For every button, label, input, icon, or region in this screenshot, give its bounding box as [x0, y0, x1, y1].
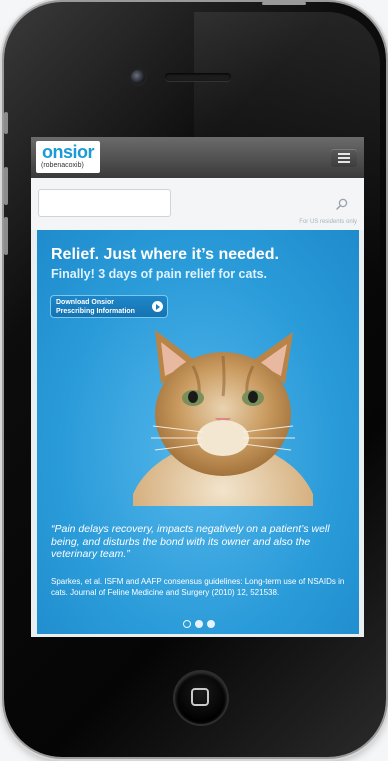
hamburger-menu-button[interactable] — [331, 149, 357, 167]
hero-quote: “Pain delays recovery, impacts negativel… — [51, 523, 330, 560]
search-bar: For US residents only — [31, 178, 364, 230]
home-square-icon — [191, 688, 209, 706]
carousel-dot-3[interactable] — [207, 620, 215, 628]
phone-screen: onsior (robenacoxib) For US residents on… — [31, 137, 364, 637]
mute-switch — [4, 112, 8, 134]
download-label-line2: Prescribing Information — [56, 307, 135, 315]
logo-subtitle: (robenacoxib) — [41, 162, 84, 169]
volume-down-button — [4, 217, 8, 255]
volume-up-button — [4, 167, 8, 205]
carousel-pagination — [183, 615, 219, 628]
home-button[interactable] — [175, 672, 227, 724]
hero-headline: Relief. Just where it’s needed. — [51, 246, 279, 263]
download-label-line1: Download Onsior — [56, 299, 114, 306]
search-input[interactable] — [38, 189, 171, 217]
power-button — [262, 2, 306, 5]
hero-subhead: Finally! 3 days of pain relief for cats. — [51, 267, 268, 281]
earpiece-speaker — [165, 73, 231, 81]
menu-line-icon — [338, 161, 350, 163]
quote-citation: Sparkes, et al. ISFM and AAFP consensus … — [51, 577, 345, 597]
onsior-logo[interactable]: onsior (robenacoxib) — [36, 141, 100, 173]
download-prescribing-info-button[interactable]: Download Onsior Prescribing Information — [50, 295, 168, 318]
logo-wordmark: onsior — [42, 142, 95, 162]
menu-line-icon — [338, 157, 350, 159]
us-residents-note: For US residents only — [299, 219, 357, 225]
cat-image — [133, 330, 313, 506]
carousel-dot-1[interactable] — [183, 620, 191, 628]
search-icon[interactable] — [336, 198, 348, 210]
hero-banner: Relief. Just where it’s needed. Finally!… — [37, 230, 359, 634]
carousel-dot-2[interactable] — [195, 620, 203, 628]
site-header: onsior (robenacoxib) — [31, 137, 364, 178]
menu-line-icon — [338, 153, 350, 155]
play-arrow-icon — [152, 301, 163, 312]
front-camera-icon — [131, 70, 145, 84]
